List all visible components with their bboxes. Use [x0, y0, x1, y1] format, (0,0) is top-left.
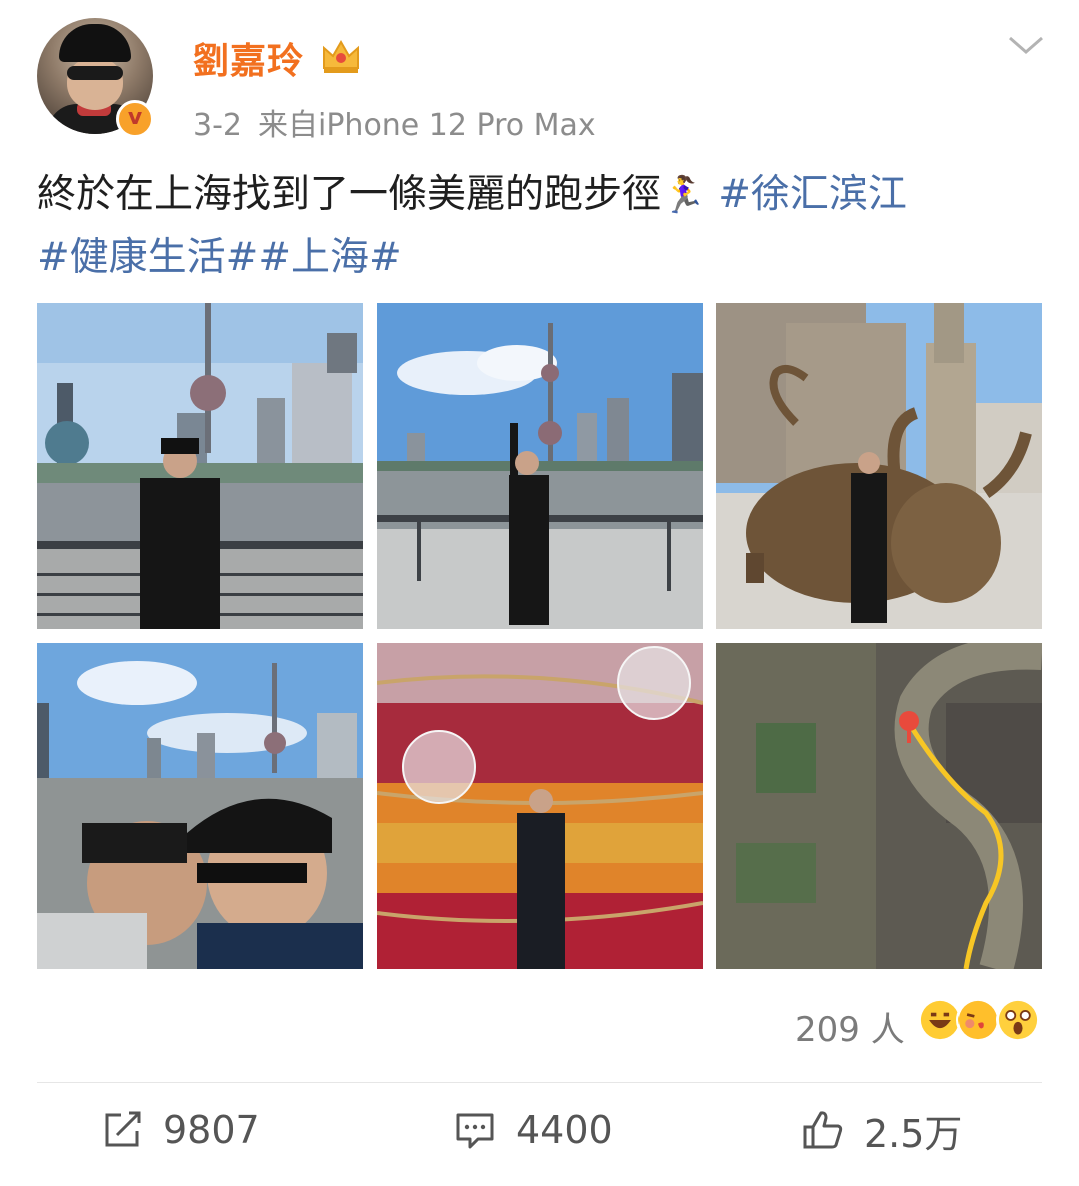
post-body: 終於在上海找到了一條美麗的跑步徑	[37, 172, 662, 217]
verified-badge-icon: v	[116, 100, 154, 138]
comment-count: 4400	[516, 1108, 613, 1152]
reaction-count: 209 人	[795, 1010, 905, 1050]
photo-running-route-map[interactable]	[716, 643, 1042, 969]
reaction-emojis	[918, 998, 1043, 1048]
divider	[37, 1082, 1042, 1083]
comment-button[interactable]: 4400	[454, 1100, 613, 1160]
runner-emoji: 🏃‍♀️	[661, 175, 706, 216]
hashtag-health[interactable]: #健康生活#	[37, 235, 258, 280]
repost-button[interactable]: 9807	[101, 1100, 260, 1160]
image-grid	[37, 303, 1042, 969]
photo-selfie-skyline[interactable]	[37, 643, 363, 969]
hashtag-shanghai[interactable]: #上海#	[258, 235, 401, 280]
action-bar: 9807 4400 2.5万	[0, 1100, 1079, 1170]
post-date: 3-2	[193, 108, 242, 143]
thumbs-up-icon	[803, 1111, 843, 1149]
photo-bund-bull[interactable]	[716, 303, 1042, 629]
username[interactable]: 劉嘉玲	[193, 32, 304, 84]
post-text: 終於在上海找到了一條美麗的跑步徑🏃‍♀️ #徐汇滨江 #健康生活##上海#	[37, 164, 1047, 289]
photo-river-pearl-tower[interactable]	[37, 303, 363, 629]
hashtag-xuhui[interactable]: #徐汇滨江	[718, 172, 907, 217]
like-button[interactable]: 2.5万	[802, 1100, 962, 1160]
repost-count: 9807	[163, 1108, 260, 1152]
comment-icon	[456, 1113, 494, 1149]
kiss-emoji	[956, 998, 1000, 1042]
like-count: 2.5万	[864, 1111, 963, 1156]
post-meta: 3-2 来自iPhone 12 Pro Max	[193, 100, 596, 144]
repost-icon	[105, 1111, 141, 1147]
post-header: v 劉嘉玲 3-2 来自iPhone 12 Pro Max	[0, 0, 1079, 150]
photo-flower-wall[interactable]	[377, 643, 703, 969]
chevron-down-icon[interactable]	[1006, 30, 1046, 60]
photo-waving-pearl-tower[interactable]	[377, 303, 703, 629]
crown-icon	[323, 39, 359, 73]
post-source: 来自iPhone 12 Pro Max	[258, 108, 596, 143]
shocked-emoji	[996, 998, 1040, 1042]
